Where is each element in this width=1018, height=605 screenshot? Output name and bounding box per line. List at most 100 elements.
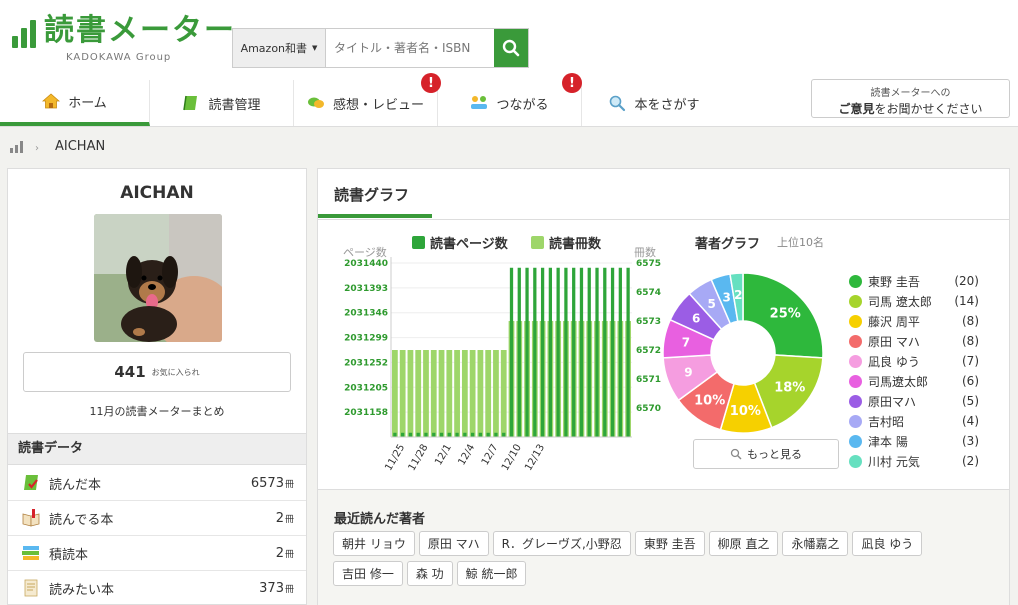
nav-home[interactable]: ホーム (0, 80, 150, 126)
feedback-button[interactable]: 読書メーターへの ご意見をお聞かせください (811, 79, 1010, 118)
legend-author-name: 原田 マハ (868, 334, 920, 349)
author-tag[interactable]: 永幡嘉之 (782, 531, 849, 556)
data-row-wishlist[interactable]: 読みたい本 373 冊 (8, 571, 306, 605)
data-row-reading[interactable]: 読んでる本 2 冊 (8, 501, 306, 536)
favorites-button[interactable]: 441 お気に入られ (23, 352, 291, 392)
site-logo[interactable]: 読書メーター (12, 14, 236, 48)
profile-panel: AICHAN 441 お気に入られ 11月の読書メーターまとめ 読書データ 読ん… (7, 168, 307, 605)
avatar-dog-image (94, 214, 222, 342)
logo-bars-icon (12, 18, 36, 48)
right-tick-label: 6574 (636, 288, 661, 298)
data-row-unit: 冊 (284, 479, 294, 490)
nav-find-books[interactable]: 本をさがす (582, 80, 726, 126)
legend-row[interactable]: 原田 マハ (8) (849, 331, 979, 351)
home-bars-icon[interactable] (10, 140, 23, 153)
x-tick-label: 11/28 (407, 442, 431, 472)
nav-reviews[interactable]: 感想・レビュー ! (294, 73, 441, 126)
author-tag[interactable]: 鯨 統一郎 (456, 561, 527, 586)
home-icon (42, 93, 61, 109)
pages-bar (432, 432, 436, 437)
legend-row[interactable]: 吉村昭 (4) (849, 411, 979, 431)
data-row-label: 積読本 (49, 547, 89, 563)
reading-graph-panel: 読書グラフ ページ数 冊数 読書ページ数 読書冊数 2031440 2031393 2031… (317, 168, 1010, 605)
nav-label: つながる (496, 97, 549, 113)
avatar[interactable] (94, 214, 222, 342)
author-tag[interactable]: 柳原 直之 (708, 531, 779, 556)
search-scope-select[interactable]: Amazon和書 ▼ (233, 29, 326, 67)
pages-bar (463, 432, 467, 437)
nav-label: 本をさがす (634, 97, 700, 113)
author-tag[interactable]: 原田 マハ (418, 531, 489, 556)
nav-label: 読書管理 (208, 97, 261, 113)
people-icon (471, 96, 488, 109)
search-input[interactable] (326, 29, 494, 67)
author-tag[interactable]: 森 功 (406, 561, 453, 586)
author-tag[interactable]: 吉田 修一 (333, 561, 403, 586)
author-tag[interactable]: 朝井 リョウ (333, 531, 415, 556)
monthly-summary-link[interactable]: 11月の読書メーターまとめ (8, 403, 306, 419)
legend-color-dot (849, 394, 862, 408)
pages-bar (447, 432, 451, 437)
legend-books-swatch (531, 236, 544, 249)
data-row-unit: 冊 (284, 514, 294, 525)
legend-row[interactable]: 司馬 遼太郎 (14) (849, 291, 979, 311)
legend-author-count: (2) (962, 454, 979, 468)
nav-connect[interactable]: つながる ! (438, 73, 582, 126)
pie-slice-label: 10% (694, 393, 725, 408)
legend-pages-swatch (412, 236, 425, 249)
x-tick-label: 12/4 (456, 442, 477, 467)
legend-author-name: 司馬遼太郎 (868, 374, 929, 389)
books-bar (438, 350, 445, 437)
legend-color-dot (849, 314, 862, 328)
stacked-books-icon (22, 546, 39, 560)
pages-bar (408, 432, 413, 437)
books-bar (430, 350, 437, 437)
recent-authors-tags: 朝井 リョウ 原田 マハ R．グレーヴズ,小野忍 東野 圭吾 柳原 直之 永幡嘉之 凪良 ゆ… (333, 531, 993, 586)
books-bar (399, 350, 406, 437)
nav-label: 感想・レビュー (332, 97, 424, 113)
legend-row[interactable]: 原田マハ (5) (849, 391, 979, 411)
legend-author-count: (3) (962, 434, 979, 448)
search-bar: Amazon和書 ▼ (232, 28, 529, 68)
books-bar (407, 350, 414, 437)
pages-bar (494, 432, 498, 437)
magnifier-icon (610, 95, 626, 112)
books-bar (469, 350, 476, 437)
legend-row[interactable]: 司馬遼太郎 (6) (849, 371, 979, 391)
pages-bar (439, 432, 444, 437)
legend-row[interactable]: 藤沢 周平 (8) (849, 311, 979, 331)
pages-bar (579, 267, 584, 437)
pages-bar (564, 267, 568, 437)
legend-row[interactable]: 川村 元気 (2) (849, 451, 979, 471)
author-tag[interactable]: 東野 圭吾 (634, 531, 705, 556)
legend-row[interactable]: 凪良 ゆう (7) (849, 351, 979, 371)
legend-color-dot (849, 294, 862, 308)
legend-author-name: 司馬 遼太郎 (868, 294, 932, 309)
books-bar (454, 350, 460, 437)
data-row-tsundoku[interactable]: 積読本 2 冊 (8, 536, 306, 571)
books-bar (446, 350, 453, 437)
feedback-line1: 読書メーターへの (870, 88, 951, 99)
left-tick-label: 2031299 (344, 334, 388, 344)
feedback-line2: ご意見をお聞かせください (812, 100, 1009, 117)
left-tick-label: 2031440 (344, 259, 388, 269)
more-authors-button[interactable]: もっと見る (693, 439, 839, 469)
author-tag[interactable]: 凪良 ゆう (852, 531, 923, 556)
pages-bar (509, 267, 514, 437)
pages-bar (393, 432, 397, 437)
left-tick-label: 2031393 (344, 284, 388, 294)
legend-author-count: (6) (962, 374, 979, 388)
pie-slice-label: 6 (692, 312, 700, 326)
search-button[interactable] (494, 29, 528, 67)
legend-row[interactable]: 津本 陽 (3) (849, 431, 979, 451)
pie-slice-label: 7 (682, 335, 690, 349)
legend-author-count: (8) (962, 314, 979, 328)
chevron-right-icon: › (35, 142, 39, 154)
author-tag[interactable]: R．グレーヴズ,小野忍 (492, 531, 631, 556)
legend-author-count: (8) (962, 334, 979, 348)
x-tick-label: 12/1 (433, 442, 454, 467)
legend-author-count: (7) (962, 354, 979, 368)
legend-row[interactable]: 東野 圭吾 (20) (849, 271, 979, 291)
data-row-read[interactable]: 読んだ本 6573 冊 (8, 466, 306, 501)
nav-reading-management[interactable]: 読書管理 (150, 80, 294, 126)
